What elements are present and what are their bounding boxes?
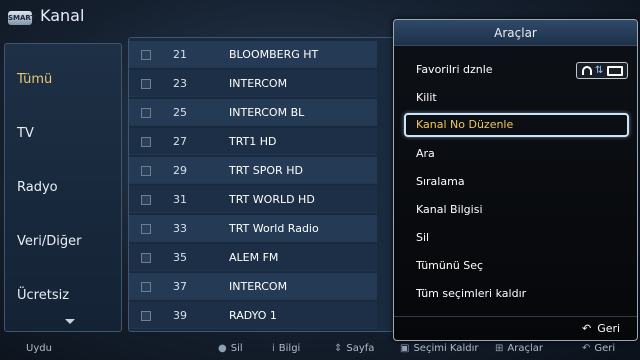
category-panel: Tümü TV Radyo Veri/Diğer Ücretsiz [4,43,122,332]
channel-name: ALEM FM [229,251,279,264]
favorite-indicator: ⇅ [576,62,628,79]
smart-hub-logo-icon: SMART [8,11,35,25]
channel-checkbox[interactable] [141,253,151,263]
channel-number: 23 [173,77,187,90]
menu-item-channel-info[interactable]: Kanal Bilgisi [404,198,629,222]
channel-row[interactable]: 23 INTERCOM [129,70,377,97]
channel-checkbox[interactable] [141,137,151,147]
channel-number: 27 [173,135,187,148]
menu-item-deselect-all[interactable]: Tüm seçimleri kaldır [404,282,629,306]
page-title: Kanal [40,6,85,25]
deselect-icon: ▣ [400,343,410,354]
channel-row[interactable]: 33 TRT World Radio [129,215,377,242]
tools-popup: Araçlar Favorilri dznle ⇅ Kilit Kanal No… [393,19,638,341]
channel-row[interactable]: 39 RADYO 1 [129,302,377,329]
channel-row[interactable]: 29 TRT SPOR HD [129,157,377,184]
scroll-down-arrow-icon[interactable] [65,319,75,324]
headphone-icon [582,66,592,75]
help-deselect-label: Seçimi Kaldır [413,343,479,354]
channel-row[interactable]: 25 INTERCOM BL [129,99,377,126]
channel-number: 33 [173,222,187,235]
channel-list: 21 BLOOMBERG HT 23 INTERCOM 25 INTERCOM … [128,37,398,332]
category-all[interactable]: Tümü [5,60,123,100]
category-free[interactable]: Ücretsiz [5,276,123,316]
channel-number: 21 [173,48,187,61]
help-deselect[interactable]: ▣ Seçimi Kaldır [400,338,478,360]
help-delete-label: Sil [230,343,243,354]
channel-number: 37 [173,280,187,293]
channel-row[interactable]: 37 INTERCOM [129,273,377,300]
channel-checkbox[interactable] [141,166,151,176]
channel-number: 25 [173,106,187,119]
channel-number: 35 [173,251,187,264]
channel-checkbox[interactable] [141,224,151,234]
channel-checkbox[interactable] [141,195,151,205]
swap-icon: ⇅ [595,65,604,76]
back-button-label: Geri [597,321,621,335]
help-tools[interactable]: ⊞ Araçlar [495,338,543,360]
help-tools-label: Araçlar [507,343,543,354]
tools-title: Araçlar [494,26,537,40]
category-tv[interactable]: TV [5,114,123,154]
page-icon: ⇕ [334,343,343,354]
help-bar: Uydu ● Sil ⅰ Bilgi ⇕ Sayfa ▣ Seçimi Kald… [0,338,640,360]
menu-item-sort[interactable]: Sıralama [404,170,629,194]
channel-number: 31 [173,193,187,206]
divider [394,316,637,317]
menu-item-edit-channel-number[interactable]: Kanal No Düzenle [404,113,629,137]
menu-item-search[interactable]: Ara [404,142,629,166]
help-satellite-label: Uydu [26,343,52,354]
tools-title-bar: Araçlar [394,20,637,46]
channel-number: 39 [173,309,187,322]
help-delete[interactable]: ● Sil [218,338,243,360]
help-info[interactable]: ⅰ Bilgi [272,338,300,360]
tools-icon: ⊞ [495,343,504,354]
channel-row[interactable]: 31 TRT WORLD HD [129,186,377,213]
back-button[interactable]: ↶ Geri [582,319,620,337]
red-button-icon: ● [218,343,227,354]
channel-name: TRT1 HD [229,135,277,148]
help-satellite[interactable]: Uydu [26,338,52,360]
channel-name: TRT SPOR HD [229,164,303,177]
info-icon: ⅰ [272,343,275,354]
menu-item-delete[interactable]: Sil [404,226,629,250]
channel-row[interactable]: 27 TRT1 HD [129,128,377,155]
help-page-label: Sayfa [346,343,375,354]
channel-name: RADYO 1 [229,309,277,322]
menu-item-select-all[interactable]: Tümünü Seç [404,254,629,278]
help-back[interactable]: ↶ Geri [582,338,615,360]
channel-checkbox[interactable] [141,311,151,321]
channel-checkbox[interactable] [141,282,151,292]
channel-name: INTERCOM [229,77,288,90]
channel-checkbox[interactable] [141,79,151,89]
channel-row[interactable]: 35 ALEM FM [129,244,377,271]
return-arrow-icon: ↶ [582,321,592,335]
channel-name: INTERCOM [229,280,288,293]
channel-name: BLOOMBERG HT [229,48,319,61]
menu-item-lock[interactable]: Kilit [404,86,629,110]
channel-name: TRT WORLD HD [229,193,315,206]
channel-checkbox[interactable] [141,108,151,118]
help-back-label: Geri [594,343,616,354]
category-radio[interactable]: Radyo [5,168,123,208]
channel-name: TRT World Radio [229,222,319,235]
tv-icon [607,66,623,76]
help-page[interactable]: ⇕ Sayfa [334,338,374,360]
category-data-other[interactable]: Veri/Diğer [5,222,123,262]
return-icon: ↶ [582,343,591,354]
help-info-label: Bilgi [278,343,301,354]
channel-name: INTERCOM BL [229,106,305,119]
channel-number: 29 [173,164,187,177]
channel-row[interactable]: 21 BLOOMBERG HT [129,41,377,68]
channel-checkbox[interactable] [141,50,151,60]
